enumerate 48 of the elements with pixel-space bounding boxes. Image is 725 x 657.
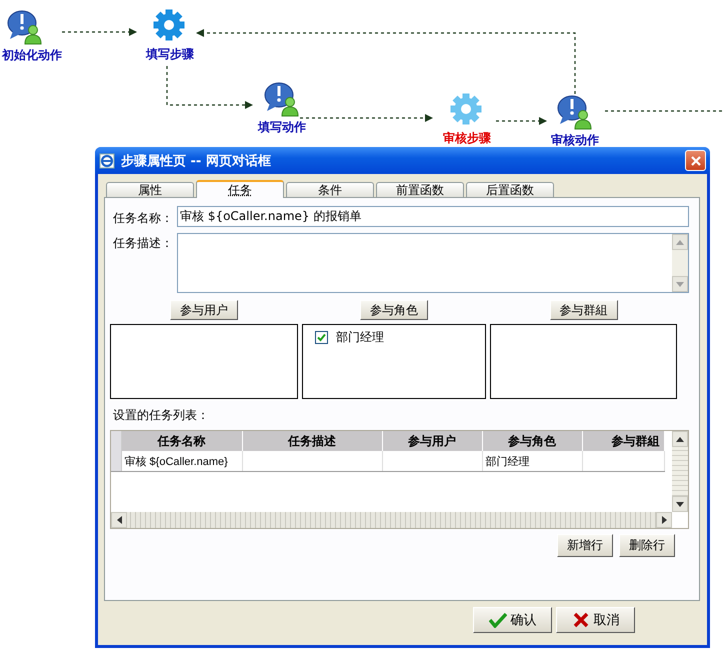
up-arrow-icon[interactable] <box>676 436 684 442</box>
tab[interactable]: 后置函数 <box>466 182 554 197</box>
arrow <box>496 117 547 125</box>
user-message-icon <box>558 96 592 130</box>
node-label: 填写步骤 <box>146 46 194 63</box>
confirm-button[interactable]: 确认 <box>473 607 552 633</box>
task-name-field[interactable]: 审核 ${oCaller.name} 的报销单 <box>177 206 689 227</box>
column-header: 任务名称 <box>121 431 242 451</box>
column-header: 参与群組 <box>582 431 664 451</box>
node-label: 初始化动作 <box>2 47 62 64</box>
tab[interactable]: 条件 <box>286 182 374 197</box>
user-message-icon <box>264 82 298 116</box>
field-label: 任务描述： <box>112 235 173 252</box>
right-arrow-icon[interactable] <box>662 516 666 524</box>
close-button[interactable] <box>685 150 706 171</box>
gear-icon <box>450 94 482 124</box>
user-message-icon <box>8 10 42 44</box>
cross-icon <box>572 612 590 628</box>
node-label: 填写动作 <box>258 119 306 136</box>
gear-icon <box>154 10 184 40</box>
participant-button[interactable]: 参与角色 <box>360 300 428 320</box>
check-icon <box>488 612 506 628</box>
window-title: 步骤属性页 -- 网页对话框 <box>121 152 272 170</box>
row-button[interactable]: 删除行 <box>619 534 675 557</box>
tab[interactable]: 属性 <box>106 182 194 197</box>
vertical-scrollbar[interactable] <box>672 431 688 512</box>
checkbox[interactable] <box>315 331 328 344</box>
tab[interactable]: 前置函数 <box>376 182 464 197</box>
close-icon <box>690 154 702 166</box>
horizontal-scrollbar[interactable] <box>111 512 672 528</box>
left-arrow-icon[interactable] <box>116 516 122 524</box>
participant-button[interactable]: 参与用户 <box>170 300 238 320</box>
column-header: 参与角色 <box>482 431 582 451</box>
page-icon <box>99 152 115 168</box>
field-label: 任务名称： <box>112 210 173 227</box>
table-cell: 部门经理 <box>486 456 530 468</box>
participant-button[interactable]: 参与群組 <box>550 300 618 320</box>
node-label: 审核步骤 <box>443 130 491 147</box>
checkbox-label: 部门经理 <box>336 329 384 346</box>
node-label: 审核动作 <box>551 132 599 149</box>
table-cell: 审核 ${oCaller.name} <box>124 456 228 468</box>
down-arrow-icon[interactable] <box>676 502 684 506</box>
tab[interactable]: 任务 <box>196 180 284 198</box>
cancel-button[interactable]: 取消 <box>556 607 635 633</box>
column-header: 参与用户 <box>382 431 482 451</box>
row-button[interactable]: 新增行 <box>557 534 613 557</box>
section-label: 设置的任务列表： <box>112 407 210 424</box>
column-header: 任务描述 <box>242 431 382 451</box>
